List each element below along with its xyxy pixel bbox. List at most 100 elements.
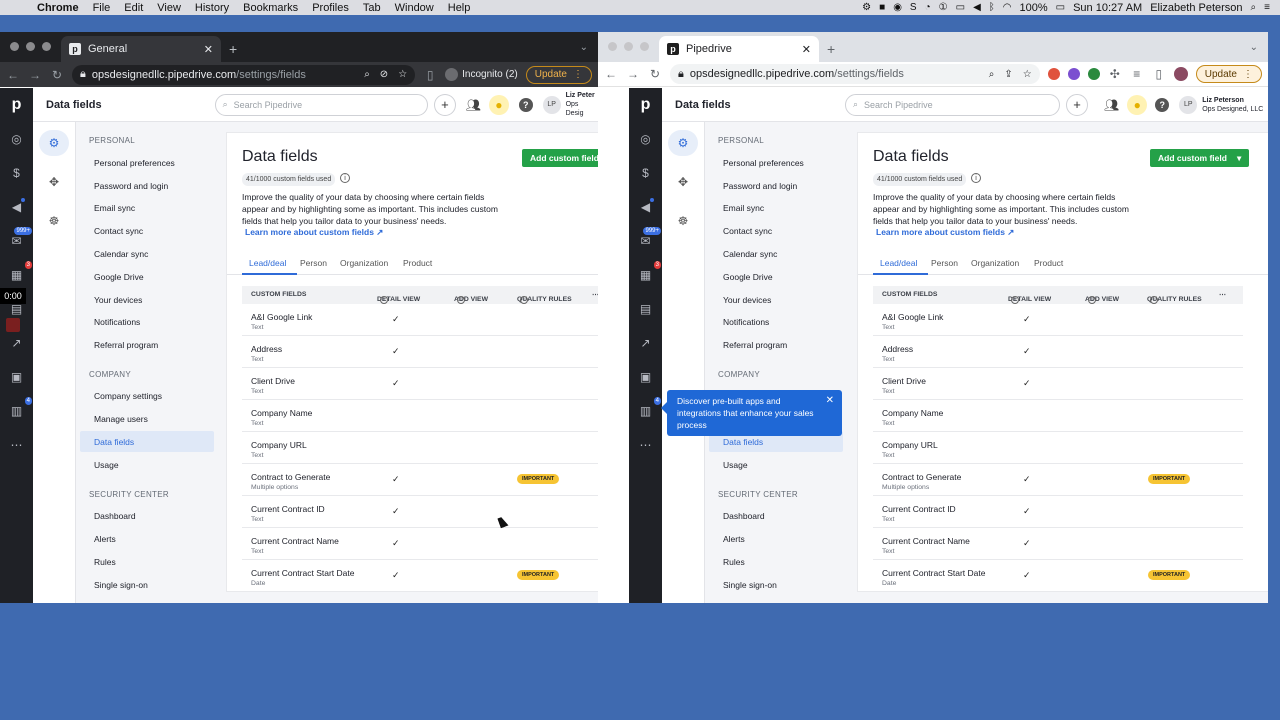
new-tab-button[interactable]: +: [819, 36, 843, 62]
security-bug-icon[interactable]: ☸: [39, 208, 69, 234]
tab-product[interactable]: Product: [403, 258, 432, 268]
menu-item-your-devices[interactable]: Your devices: [709, 289, 843, 310]
tab-lead-deal[interactable]: Lead/deal: [880, 258, 917, 268]
menu-history[interactable]: History: [188, 2, 236, 14]
close-window-button[interactable]: [10, 41, 19, 51]
menu-item-calendar-sync[interactable]: Calendar sync: [80, 243, 214, 264]
table-row[interactable]: Current Contract ID Text ✓: [242, 496, 598, 528]
extension-green-icon[interactable]: [1087, 68, 1100, 80]
menu-tab[interactable]: Tab: [356, 2, 388, 14]
tab-organization[interactable]: Organization: [340, 258, 388, 268]
sidepanel-icon[interactable]: ▯: [423, 68, 437, 82]
nav-marketplace-icon[interactable]: ▥ 4: [0, 394, 33, 428]
spotlight-search-icon[interactable]: ⌕: [1251, 2, 1257, 13]
menu-item-dashboard[interactable]: Dashboard: [80, 505, 214, 526]
more-options-icon[interactable]: ⋯: [1219, 291, 1226, 299]
volume-icon[interactable]: ◀: [973, 2, 981, 13]
search-input[interactable]: ⌕ Search Pipedrive: [845, 93, 1060, 116]
sales-assistant-icon[interactable]: ●: [489, 94, 509, 115]
menu-window[interactable]: Window: [388, 2, 441, 14]
zoom-window-button[interactable]: [42, 41, 51, 51]
zoom-icon[interactable]: ⌕: [364, 69, 370, 80]
add-custom-field-button[interactable]: Add custom field: [522, 149, 598, 167]
update-button[interactable]: Update ⋮: [1195, 65, 1262, 83]
close-tab-icon[interactable]: ✕: [802, 43, 811, 56]
avatar[interactable]: LP: [542, 95, 561, 114]
nav-activities-icon[interactable]: ▦ 3: [629, 258, 662, 292]
menu-item-single-sign-on[interactable]: Single sign-on: [709, 574, 843, 595]
menu-item-password-login[interactable]: Password and login: [80, 175, 214, 196]
pipedrive-logo-icon[interactable]: p: [12, 88, 22, 122]
info-icon[interactable]: i: [457, 296, 465, 304]
menu-item-email-sync[interactable]: Email sync: [709, 197, 843, 218]
tools-apps-icon[interactable]: ✥: [39, 169, 69, 195]
menu-item-notifications[interactable]: Notifications: [80, 311, 214, 332]
menu-item-contact-sync[interactable]: Contact sync: [80, 220, 214, 241]
forward-icon[interactable]: →: [626, 67, 640, 81]
browser-tab-general[interactable]: p General ✕: [61, 36, 221, 62]
avatar[interactable]: LP: [1179, 95, 1198, 114]
menu-item-your-devices[interactable]: Your devices: [80, 289, 214, 310]
address-bar[interactable]: 🔒︎ opsdesignedllc.pipedrive.com/settings…: [72, 64, 416, 85]
table-row[interactable]: Company Name Text: [242, 400, 598, 432]
pipedrive-logo-icon[interactable]: p: [641, 88, 651, 122]
detail-view-check-icon[interactable]: ✓: [392, 314, 400, 325]
menu-item-dashboard[interactable]: Dashboard: [709, 505, 843, 526]
nav-leads-icon[interactable]: ◎: [629, 122, 662, 156]
menu-item-alerts[interactable]: Alerts: [709, 528, 843, 549]
nav-campaigns-icon[interactable]: ◀: [629, 190, 662, 224]
table-row[interactable]: Current Contract Name Text ✓: [242, 528, 598, 560]
tools-apps-icon[interactable]: ✥: [668, 169, 698, 195]
nav-deals-icon[interactable]: $: [0, 156, 33, 190]
menu-app-name[interactable]: Chrome: [30, 2, 86, 14]
invite-users-icon[interactable]: 👥︎: [1104, 98, 1119, 112]
skype-status-icon[interactable]: S: [910, 2, 917, 13]
onepassword-status-icon[interactable]: ①: [939, 2, 948, 13]
tab-organization[interactable]: Organization: [971, 258, 1019, 268]
menu-item-personal-preferences[interactable]: Personal preferences: [80, 152, 214, 173]
update-button[interactable]: Update ⋮: [525, 65, 592, 84]
reload-icon[interactable]: ↻: [648, 67, 662, 81]
table-row[interactable]: Contract to Generate Multiple options ✓ IMP…: [242, 464, 598, 496]
info-icon[interactable]: i: [1150, 296, 1158, 304]
menu-item-email-sync[interactable]: Email sync: [80, 197, 214, 218]
detail-view-check-icon[interactable]: ✓: [392, 570, 400, 581]
bookmark-star-icon[interactable]: ☆: [398, 69, 407, 80]
back-icon[interactable]: ←: [6, 68, 20, 82]
table-row[interactable]: Company URL Text: [873, 432, 1243, 464]
nav-contacts-icon[interactable]: ▤: [629, 292, 662, 326]
quick-add-button[interactable]: +: [1066, 93, 1088, 116]
gear-status-icon[interactable]: ⚙: [862, 2, 871, 13]
minimize-window-button[interactable]: [624, 41, 633, 51]
address-bar[interactable]: 🔒︎ opsdesignedllc.pipedrive.com/settings…: [670, 64, 1040, 84]
info-icon[interactable]: i: [1011, 296, 1019, 304]
stop-recording-button[interactable]: [6, 318, 20, 332]
account-menu[interactable]: Liz Peterson Ops Designed, LLC: [1202, 96, 1263, 114]
nav-products-icon[interactable]: ▣: [629, 360, 662, 394]
settings-gear-icon[interactable]: ⚙: [39, 130, 69, 156]
learn-more-link[interactable]: Learn more about custom fields ↗: [245, 227, 383, 238]
table-row[interactable]: Current Contract Start Date Date ✓ IMPORTAN…: [873, 560, 1243, 592]
menu-item-notifications[interactable]: Notifications: [709, 311, 843, 332]
reading-list-icon[interactable]: ≡: [1130, 67, 1144, 81]
tab-lead-deal[interactable]: Lead/deal: [249, 258, 286, 268]
quick-add-button[interactable]: +: [433, 93, 456, 116]
menu-profiles[interactable]: Profiles: [305, 2, 356, 14]
menu-item-google-drive[interactable]: Google Drive: [709, 266, 843, 287]
bluetooth-icon[interactable]: ᛒ: [989, 2, 995, 13]
nav-marketplace-icon[interactable]: ▥ 4: [629, 394, 662, 428]
menu-view[interactable]: View: [150, 2, 188, 14]
new-tab-button[interactable]: +: [221, 36, 245, 62]
menu-item-calendar-sync[interactable]: Calendar sync: [709, 243, 843, 264]
table-row[interactable]: Address Text ✓: [873, 336, 1243, 368]
tab-search-chevron-icon[interactable]: ⌄: [1250, 42, 1268, 53]
record-status-icon[interactable]: ◉: [893, 2, 902, 13]
zoom-icon[interactable]: ⌕: [989, 69, 995, 80]
detail-view-check-icon[interactable]: ✓: [1023, 378, 1031, 389]
table-row[interactable]: Client Drive Text ✓: [873, 368, 1243, 400]
back-icon[interactable]: ←: [604, 67, 618, 81]
menu-edit[interactable]: Edit: [117, 2, 150, 14]
detail-view-check-icon[interactable]: ✓: [1023, 570, 1031, 581]
detail-view-check-icon[interactable]: ✓: [1023, 474, 1031, 485]
profile-avatar-icon[interactable]: [1173, 67, 1188, 81]
